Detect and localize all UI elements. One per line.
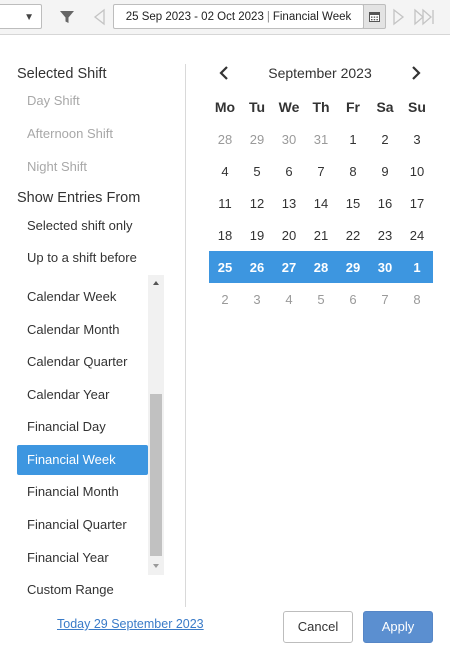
calendar-day[interactable]: 20	[273, 228, 305, 243]
calendar-day[interactable]: 30	[273, 132, 305, 147]
calendar-day[interactable]: 28	[209, 132, 241, 147]
calendar-day[interactable]: 14	[305, 196, 337, 211]
calendar-day[interactable]: 31	[305, 132, 337, 147]
calendar-day[interactable]: 25	[209, 260, 241, 275]
weekday-header: Th	[312, 99, 330, 115]
filter-icon[interactable]	[58, 8, 76, 26]
calendar-day[interactable]: 18	[209, 228, 241, 243]
weekday-header: Su	[408, 99, 426, 115]
scroll-down-arrow-icon[interactable]	[153, 564, 159, 568]
period-list[interactable]: Calendar Week Calendar Month Calendar Qu…	[17, 275, 165, 605]
period-item-calendar-quarter[interactable]: Calendar Quarter	[17, 347, 148, 377]
apply-button[interactable]: Apply	[363, 611, 433, 643]
calendar-day[interactable]: 16	[369, 196, 401, 211]
period-item-calendar-week[interactable]: Calendar Week	[17, 282, 148, 312]
calendar-month-title: September 2023	[268, 65, 372, 81]
panel-divider	[185, 64, 186, 607]
calendar-day[interactable]: 15	[337, 196, 369, 211]
weekday-header: We	[278, 99, 300, 115]
calendar-day[interactable]: 2	[369, 132, 401, 147]
shift-before-option[interactable]: Up to a shift before	[27, 250, 137, 265]
period-item-financial-year[interactable]: Financial Year	[17, 543, 148, 573]
scroll-thumb[interactable]	[150, 394, 162, 556]
period-item-calendar-year[interactable]: Calendar Year	[17, 380, 148, 410]
calendar-day[interactable]: 4	[209, 164, 241, 179]
calendar-day[interactable]: 11	[209, 196, 241, 211]
previous-arrow-icon[interactable]	[92, 7, 106, 27]
date-range-text: 25 Sep 2023 - 02 Oct 2023	[125, 10, 264, 23]
calendar-day[interactable]: 19	[241, 228, 273, 243]
calendar-day[interactable]: 2	[209, 292, 241, 307]
cancel-button[interactable]: Cancel	[283, 611, 353, 643]
calendar-day[interactable]: 7	[369, 292, 401, 307]
weekday-header: Sa	[376, 99, 394, 115]
period-item-financial-week[interactable]: Financial Week	[17, 445, 148, 475]
day-shift-option[interactable]: Day Shift	[27, 93, 80, 108]
today-link[interactable]: Today 29 September 2023	[57, 617, 204, 631]
calendar-button[interactable]	[363, 4, 386, 29]
night-shift-option[interactable]: Night Shift	[27, 159, 87, 174]
date-range-field[interactable]: 25 Sep 2023 - 02 Oct 2023 | Financial We…	[113, 4, 364, 29]
calendar-day[interactable]: 3	[241, 292, 273, 307]
calendar-day[interactable]: 7	[305, 164, 337, 179]
calendar-day[interactable]: 28	[305, 260, 337, 275]
scroll-up-arrow-icon[interactable]	[153, 281, 159, 285]
calendar-day[interactable]: 9	[369, 164, 401, 179]
calendar-day[interactable]: 13	[273, 196, 305, 211]
calendar-day[interactable]: 5	[305, 292, 337, 307]
calendar-day[interactable]: 6	[273, 164, 305, 179]
weekday-header: Tu	[248, 99, 266, 115]
selected-shift-heading: Selected Shift	[17, 66, 107, 82]
calendar-day[interactable]: 5	[241, 164, 273, 179]
next-month-icon[interactable]	[408, 65, 424, 81]
selected-shift-only-option[interactable]: Selected shift only	[27, 218, 133, 233]
period-item-financial-month[interactable]: Financial Month	[17, 477, 148, 507]
period-item-financial-day[interactable]: Financial Day	[17, 412, 148, 442]
calendar-day[interactable]: 4	[273, 292, 305, 307]
calendar-day[interactable]: 27	[273, 260, 305, 275]
period-list-scrollbar[interactable]	[148, 275, 164, 575]
toolbar: ▼ 25 Sep 2023 - 02 Oct 2023 | Financial …	[0, 0, 450, 35]
range-separator: |	[266, 10, 270, 23]
calendar-day[interactable]: 10	[401, 164, 433, 179]
calendar-day[interactable]: 3	[401, 132, 433, 147]
next-arrow-icon[interactable]	[392, 7, 406, 27]
calendar-day[interactable]: 30	[369, 260, 401, 275]
calendar-day[interactable]: 1	[401, 260, 433, 275]
calendar-day[interactable]: 29	[241, 132, 273, 147]
range-period-text: Financial Week	[272, 10, 352, 23]
last-arrow-icon[interactable]	[413, 7, 435, 27]
calendar-day[interactable]: 12	[241, 196, 273, 211]
view-dropdown[interactable]: ▼	[0, 4, 42, 29]
calendar-day[interactable]: 8	[337, 164, 369, 179]
calendar-day[interactable]: 1	[337, 132, 369, 147]
show-entries-heading: Show Entries From	[17, 190, 141, 206]
calendar-day[interactable]: 23	[369, 228, 401, 243]
calendar-day[interactable]: 17	[401, 196, 433, 211]
period-item-financial-quarter[interactable]: Financial Quarter	[17, 510, 148, 540]
calendar-day[interactable]: 6	[337, 292, 369, 307]
previous-month-icon[interactable]	[216, 65, 232, 81]
period-item-custom-range[interactable]: Custom Range	[17, 575, 148, 605]
period-item-calendar-month[interactable]: Calendar Month	[17, 315, 148, 345]
calendar-day[interactable]: 22	[337, 228, 369, 243]
weekday-header: Fr	[346, 99, 360, 115]
calendar-day[interactable]: 24	[401, 228, 433, 243]
calendar-day[interactable]: 21	[305, 228, 337, 243]
calendar-day[interactable]: 26	[241, 260, 273, 275]
calendar-day[interactable]: 29	[337, 260, 369, 275]
weekday-header: Mo	[214, 99, 236, 115]
calendar-day[interactable]: 8	[401, 292, 433, 307]
afternoon-shift-option[interactable]: Afternoon Shift	[27, 126, 113, 141]
dropdown-caret: ▼	[24, 12, 34, 23]
calendar-icon	[369, 12, 380, 22]
